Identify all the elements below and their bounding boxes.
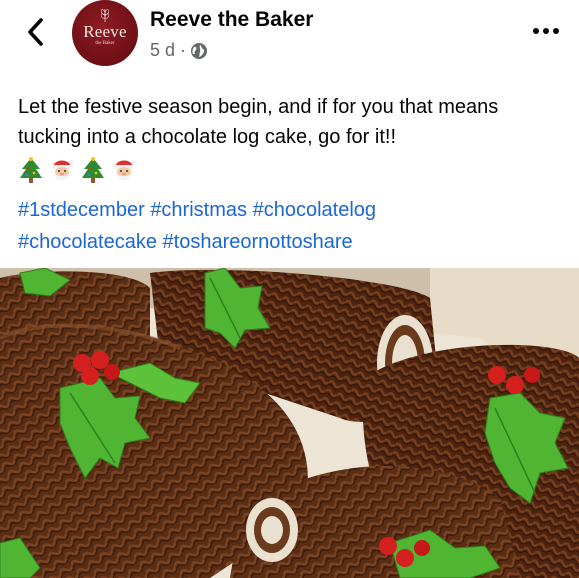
post-meta: 5 d ·	[150, 40, 208, 61]
page-name-link[interactable]: Reeve the Baker	[150, 8, 313, 32]
hashtag-link[interactable]: #christmas	[150, 199, 247, 221]
avatar-logo-text: Reeve	[83, 22, 127, 41]
hashtag-block: #1stdecember #christmas #chocolatelog #c…	[18, 194, 566, 258]
avatar[interactable]: Reeve the Baker	[72, 0, 138, 66]
post-timestamp[interactable]: 5 d ·	[150, 40, 186, 61]
wheat-logo-icon	[100, 9, 110, 22]
hashtag-link[interactable]: #chocolatecake	[18, 231, 157, 253]
santa-emoji	[52, 159, 75, 181]
post-caption: Let the festive season begin, and if for…	[18, 92, 566, 186]
hashtag-link[interactable]: #chocolatelog	[253, 199, 376, 221]
emoji-row	[18, 154, 566, 186]
santa-emoji	[114, 159, 137, 181]
avatar-logo-subtext: the Baker	[95, 41, 115, 46]
globe-icon	[191, 42, 208, 59]
hashtag-link[interactable]: #toshareornottoshare	[163, 231, 353, 253]
christmas-tree-emoji	[20, 157, 42, 183]
post-photo[interactable]	[0, 268, 579, 578]
more-horizontal-icon[interactable]	[531, 24, 561, 38]
hashtag-link[interactable]: #1stdecember	[18, 199, 145, 221]
post-header: Reeve the Baker Reeve the Baker 5 d ·	[0, 0, 579, 80]
chevron-left-icon[interactable]	[22, 16, 50, 48]
caption-text: Let the festive season begin, and if for…	[18, 96, 499, 148]
christmas-tree-emoji	[82, 157, 104, 183]
